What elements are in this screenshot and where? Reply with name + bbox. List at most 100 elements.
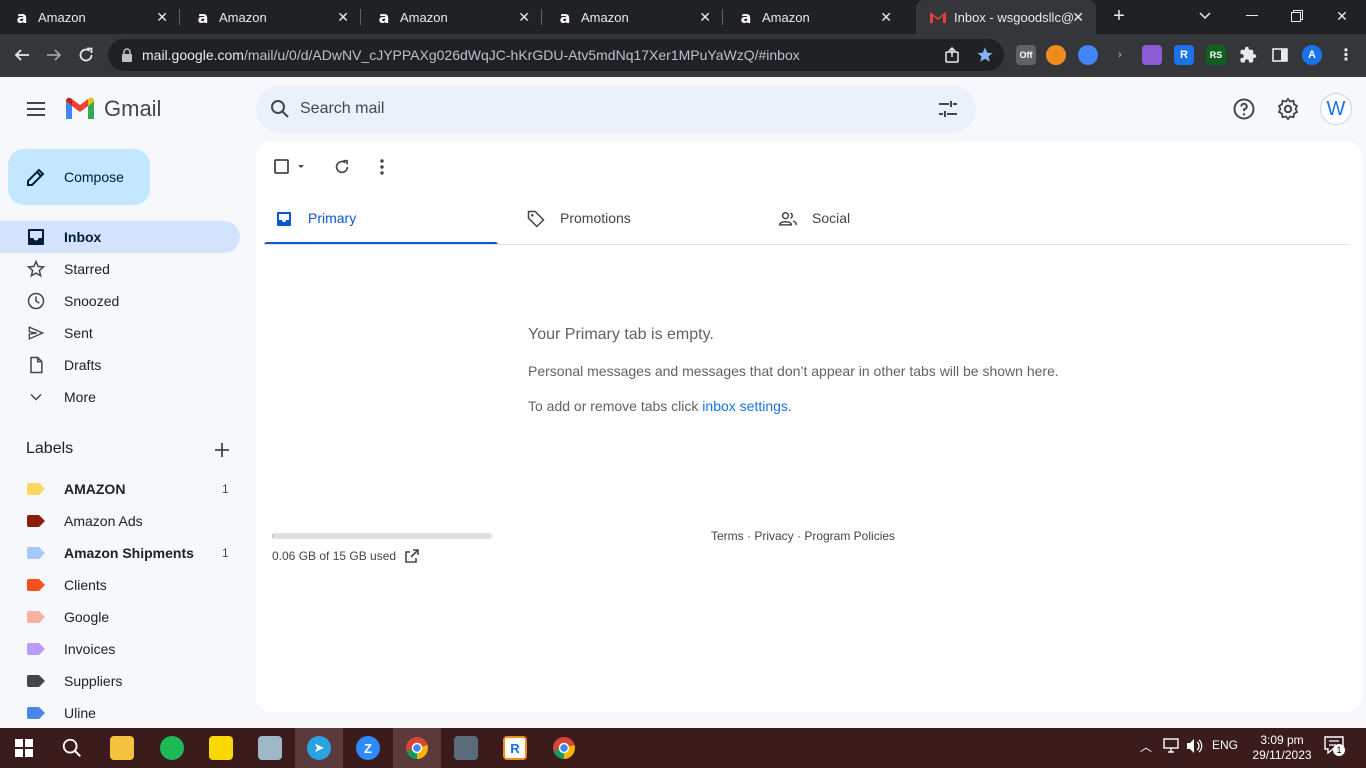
sidebar-item-more[interactable]: More xyxy=(0,381,240,413)
sidebar-item-snoozed[interactable]: Snoozed xyxy=(0,285,240,317)
reload-icon[interactable] xyxy=(74,43,98,67)
orange-circle-extension[interactable] xyxy=(1046,45,1066,65)
gmail-brand: Gmail xyxy=(104,96,162,121)
extensions-puzzle-icon[interactable] xyxy=(1238,45,1258,65)
restore-icon[interactable] xyxy=(1283,4,1311,28)
inbox-settings-link[interactable]: inbox settings xyxy=(702,398,788,414)
language-indicator[interactable]: ENG xyxy=(1212,738,1238,752)
browser-tab[interactable]: a Amazon ✕ xyxy=(543,0,723,34)
help-icon[interactable] xyxy=(1232,97,1256,121)
label-item-amazon[interactable]: AMAZON 1 xyxy=(0,473,240,505)
browser-tab-active[interactable]: Inbox - wsgoodsllc@ ✕ xyxy=(916,0,1096,34)
label-tag-icon xyxy=(27,675,45,687)
feather-extension[interactable] xyxy=(1142,45,1162,65)
gmail-m-icon xyxy=(66,97,94,119)
calculator-icon xyxy=(454,736,478,760)
mail-list-panel: Primary Promotions Social Your Primary t… xyxy=(256,141,1362,712)
start-button[interactable] xyxy=(0,728,48,768)
search-icon[interactable] xyxy=(268,97,292,121)
extension-text: RS xyxy=(1209,50,1223,60)
taskbar-spotify[interactable] xyxy=(148,728,196,768)
sidebar-item-sent[interactable]: Sent xyxy=(0,317,240,349)
bookmark-star-icon[interactable] xyxy=(976,46,994,64)
tab-title: Amazon xyxy=(581,9,629,25)
compose-button[interactable]: Compose xyxy=(8,149,150,205)
more-options-icon[interactable] xyxy=(372,157,392,177)
r-extension[interactable]: R xyxy=(1174,45,1194,65)
taskbar-telegram[interactable]: ➤ xyxy=(295,728,343,768)
side-panel-icon[interactable] xyxy=(1270,45,1290,65)
address-bar[interactable]: mail.google.com/mail/u/0/d/ADwNV_cJYPPAX… xyxy=(108,39,1004,71)
tab-social[interactable]: Social xyxy=(768,193,1002,245)
taskbar-clock[interactable]: 3:09 pm 29/11/2023 xyxy=(1244,733,1320,763)
search-input[interactable] xyxy=(300,100,900,118)
dash-extension[interactable]: › xyxy=(1110,45,1130,65)
volume-icon[interactable] xyxy=(1186,738,1204,754)
minimize-icon[interactable] xyxy=(1238,4,1266,28)
gmail-logo[interactable]: Gmail xyxy=(64,96,162,121)
browser-tab[interactable]: a Amazon ✕ xyxy=(0,0,180,34)
tab-primary[interactable]: Primary xyxy=(264,193,498,245)
tab-search-icon[interactable] xyxy=(1191,4,1219,28)
taskbar-zoom[interactable]: Z xyxy=(344,728,392,768)
taskbar-sticky-notes[interactable] xyxy=(197,728,245,768)
label-item-amazon-shipments[interactable]: Amazon Shipments 1 xyxy=(0,537,240,569)
tab-separator xyxy=(179,9,180,25)
close-tab-icon[interactable]: ✕ xyxy=(699,9,711,26)
taskbar-calculator[interactable] xyxy=(442,728,490,768)
taskbar-notes-app[interactable] xyxy=(246,728,294,768)
taskbar-chrome[interactable] xyxy=(540,728,588,768)
sidebar-item-inbox[interactable]: Inbox xyxy=(0,221,240,253)
amazon-favicon-icon: a xyxy=(740,7,752,27)
open-in-new-icon[interactable] xyxy=(404,548,420,564)
notifications-icon[interactable]: 1 xyxy=(1324,736,1346,758)
search-options-icon[interactable] xyxy=(936,97,960,121)
browser-tab[interactable]: a Amazon ✕ xyxy=(724,0,904,34)
storage-usage-text: 0.06 GB of 15 GB used xyxy=(272,549,397,563)
close-tab-icon[interactable]: ✕ xyxy=(880,9,892,26)
add-label-icon[interactable] xyxy=(212,440,232,460)
sidebar-item-drafts[interactable]: Drafts xyxy=(0,349,240,381)
account-avatar[interactable]: W xyxy=(1320,93,1352,125)
label-item-clients[interactable]: Clients xyxy=(0,569,240,601)
gmail-header: Gmail W xyxy=(0,77,1366,141)
footer-links[interactable]: Terms · Privacy · Program Policies xyxy=(711,529,895,543)
taskbar-file-explorer[interactable] xyxy=(98,728,146,768)
off-toggle-extension[interactable]: Off xyxy=(1016,45,1036,65)
settings-gear-icon[interactable] xyxy=(1276,97,1300,121)
label-item-amazon-ads[interactable]: Amazon Ads xyxy=(0,505,240,537)
refresh-icon[interactable] xyxy=(332,157,352,177)
network-icon[interactable] xyxy=(1163,738,1181,754)
profile-avatar[interactable]: A xyxy=(1302,45,1322,65)
tab-title: Amazon xyxy=(762,9,810,25)
share-icon[interactable] xyxy=(944,47,960,63)
forward-icon[interactable] xyxy=(42,43,66,67)
new-tab-icon[interactable]: + xyxy=(1108,5,1130,27)
close-tab-icon[interactable]: ✕ xyxy=(518,9,530,26)
label-item-invoices[interactable]: Invoices xyxy=(0,633,240,665)
select-all-checkbox[interactable] xyxy=(272,157,306,177)
empty-state-hint: To add or remove tabs click inbox settin… xyxy=(528,398,792,414)
taskbar-r-app[interactable]: R xyxy=(491,728,539,768)
browser-menu-icon[interactable]: ⋮ xyxy=(1336,45,1356,65)
main-menu-icon[interactable] xyxy=(24,97,48,121)
back-icon[interactable] xyxy=(10,43,34,67)
tab-promotions[interactable]: Promotions xyxy=(516,193,750,245)
tray-chevron-up-icon[interactable]: ︿ xyxy=(1140,738,1152,755)
label-item-google[interactable]: Google xyxy=(0,601,240,633)
sidebar-item-starred[interactable]: Starred xyxy=(0,253,240,285)
amazon-favicon-icon: a xyxy=(378,7,390,27)
close-tab-icon[interactable]: ✕ xyxy=(156,9,168,26)
label-item-uline[interactable]: Uline xyxy=(0,697,240,729)
close-tab-icon[interactable]: ✕ xyxy=(337,9,349,26)
hint-text: . xyxy=(787,398,792,414)
blue-puzzle-extension[interactable] xyxy=(1078,45,1098,65)
close-window-icon[interactable]: ✕ xyxy=(1328,4,1356,28)
taskbar-chrome-active[interactable] xyxy=(393,728,441,768)
taskbar-search[interactable] xyxy=(48,728,96,768)
close-tab-icon[interactable]: ✕ xyxy=(1072,9,1084,26)
label-item-suppliers[interactable]: Suppliers xyxy=(0,665,240,697)
browser-tab[interactable]: a Amazon ✕ xyxy=(181,0,361,34)
rs-extension[interactable]: RS xyxy=(1206,45,1226,65)
browser-tab[interactable]: a Amazon ✕ xyxy=(362,0,542,34)
